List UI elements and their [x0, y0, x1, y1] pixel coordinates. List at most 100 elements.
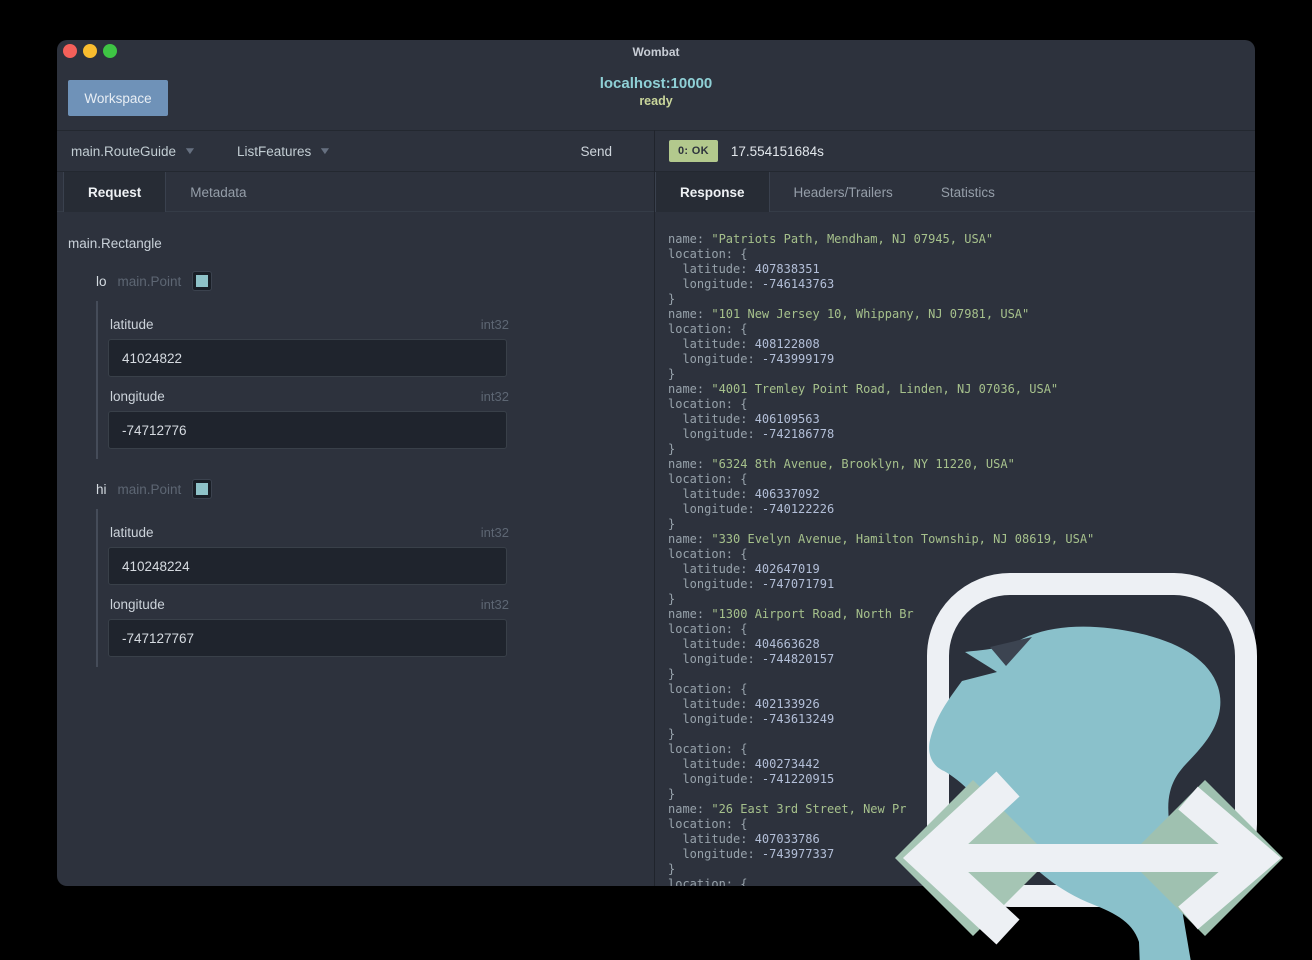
longitude-input[interactable] [108, 411, 507, 449]
key-token: latitude: [668, 832, 755, 846]
field-type-label: int32 [480, 317, 509, 332]
key-token: latitude: [668, 637, 755, 651]
field-type-label: int32 [480, 597, 509, 612]
key-token: latitude: [668, 337, 755, 351]
response-body: name: "Patriots Path, Mendham, NJ 07945,… [655, 212, 1255, 886]
tab-request[interactable]: Request [63, 172, 167, 212]
key-token: location: { [668, 622, 748, 636]
response-line: longitude: -743977337 [668, 847, 1255, 862]
number-token: -741220915 [761, 772, 835, 786]
response-line: } [668, 292, 1255, 307]
key-token: } [668, 787, 676, 801]
key-token: longitude: [668, 502, 762, 516]
tab-statistics[interactable]: Statistics [917, 172, 1019, 212]
string-token: "6324 8th Avenue, Brooklyn, NY 11220, US… [711, 457, 1015, 471]
response-line: name: "Patriots Path, Mendham, NJ 07945,… [668, 232, 1255, 247]
response-line: } [668, 442, 1255, 457]
key-token: latitude: [668, 262, 755, 276]
field-type-label: int32 [480, 525, 509, 540]
method-select-value: ListFeatures [236, 143, 312, 159]
checkbox-mark [196, 275, 209, 287]
key-token: name: [668, 382, 712, 396]
key-token: } [668, 367, 676, 381]
key-token: longitude: [668, 427, 762, 441]
key-token: longitude: [668, 352, 762, 366]
field-label: longitude [110, 389, 165, 404]
field-type-label: int32 [480, 389, 509, 404]
field-type: main.Point [117, 481, 182, 497]
response-line: longitude: -744820157 [668, 652, 1255, 667]
response-line: location: { [668, 322, 1255, 337]
key-token: location: { [668, 472, 748, 486]
tab-metadata[interactable]: Metadata [166, 172, 270, 212]
number-token: 408122808 [754, 337, 820, 351]
response-line: } [668, 862, 1255, 877]
tab-headers-trailers[interactable]: Headers/Trailers [770, 172, 917, 212]
string-token: "26 East 3rd Street, New Pr [711, 802, 907, 816]
message-field-row: lo main.Point [96, 271, 654, 291]
longitude-input[interactable] [108, 619, 507, 657]
key-token: location: { [668, 682, 748, 696]
response-line: longitude: -741220915 [668, 772, 1255, 787]
field-checkbox[interactable] [192, 271, 213, 291]
number-token: -742186778 [761, 427, 835, 441]
key-token: longitude: [668, 277, 762, 291]
number-token: 407838351 [754, 262, 820, 276]
response-line: location: { [668, 817, 1255, 832]
method-select[interactable]: ListFeatures ▼ [236, 143, 333, 159]
send-button[interactable]: Send [574, 143, 618, 160]
key-token: location: { [668, 397, 748, 411]
response-line: latitude: 407033786 [668, 832, 1255, 847]
chevron-down-icon: ▼ [183, 145, 197, 157]
window-title: Wombat [632, 45, 680, 59]
string-token: "1300 Airport Road, North Br [711, 607, 914, 621]
response-line: latitude: 404663628 [668, 637, 1255, 652]
response-line: } [668, 787, 1255, 802]
response-line: } [668, 592, 1255, 607]
key-token: longitude: [668, 652, 762, 666]
titlebar: Wombat [57, 40, 1255, 66]
chevron-down-icon: ▼ [318, 145, 333, 157]
field-group: latitude int32 longitude int32 [96, 301, 654, 459]
service-select[interactable]: main.RouteGuide ▼ [71, 143, 197, 159]
workspace-button[interactable]: Workspace [68, 80, 168, 116]
key-token: latitude: [668, 412, 755, 426]
response-line: latitude: 408122808 [668, 337, 1255, 352]
key-token: } [668, 292, 676, 306]
latitude-input[interactable] [108, 339, 507, 377]
key-token: latitude: [668, 562, 755, 576]
message-type-label: main.Rectangle [68, 236, 162, 251]
field-label: latitude [110, 525, 154, 540]
response-line: location: { [668, 742, 1255, 757]
main-split: main.RouteGuide ▼ ListFeatures ▼ Send Re… [57, 130, 1255, 886]
request-toolbar: main.RouteGuide ▼ ListFeatures ▼ Send [57, 130, 654, 172]
response-line: latitude: 406337092 [668, 487, 1255, 502]
service-select-value: main.RouteGuide [71, 143, 177, 159]
key-token: location: { [668, 817, 748, 831]
field-group: latitude int32 longitude int32 [96, 509, 654, 667]
string-token: "330 Evelyn Avenue, Hamilton Township, N… [711, 532, 1095, 546]
field-name: lo [96, 273, 107, 289]
response-pane: 0: OK 17.554151684s Response Headers/Tra… [655, 130, 1255, 886]
key-token: location: { [668, 877, 748, 886]
number-token: 404663628 [754, 637, 820, 651]
key-token: longitude: [668, 772, 762, 786]
key-token: longitude: [668, 577, 762, 591]
response-line: } [668, 367, 1255, 382]
key-token: } [668, 727, 676, 741]
number-token: 402133926 [754, 697, 820, 711]
request-pane: main.RouteGuide ▼ ListFeatures ▼ Send Re… [57, 130, 655, 886]
response-line: longitude: -740122226 [668, 502, 1255, 517]
response-line: longitude: -743613249 [668, 712, 1255, 727]
response-line: latitude: 402647019 [668, 562, 1255, 577]
response-line: longitude: -747071791 [668, 577, 1255, 592]
field-label: latitude [110, 317, 154, 332]
tab-response[interactable]: Response [655, 172, 770, 212]
field-label-row: longitude int32 [110, 389, 509, 404]
field-label: longitude [110, 597, 165, 612]
latitude-input[interactable] [108, 547, 507, 585]
key-token: location: { [668, 742, 748, 756]
field-checkbox[interactable] [192, 479, 213, 499]
response-line: name: "4001 Tremley Point Road, Linden, … [668, 382, 1255, 397]
key-token: latitude: [668, 757, 755, 771]
